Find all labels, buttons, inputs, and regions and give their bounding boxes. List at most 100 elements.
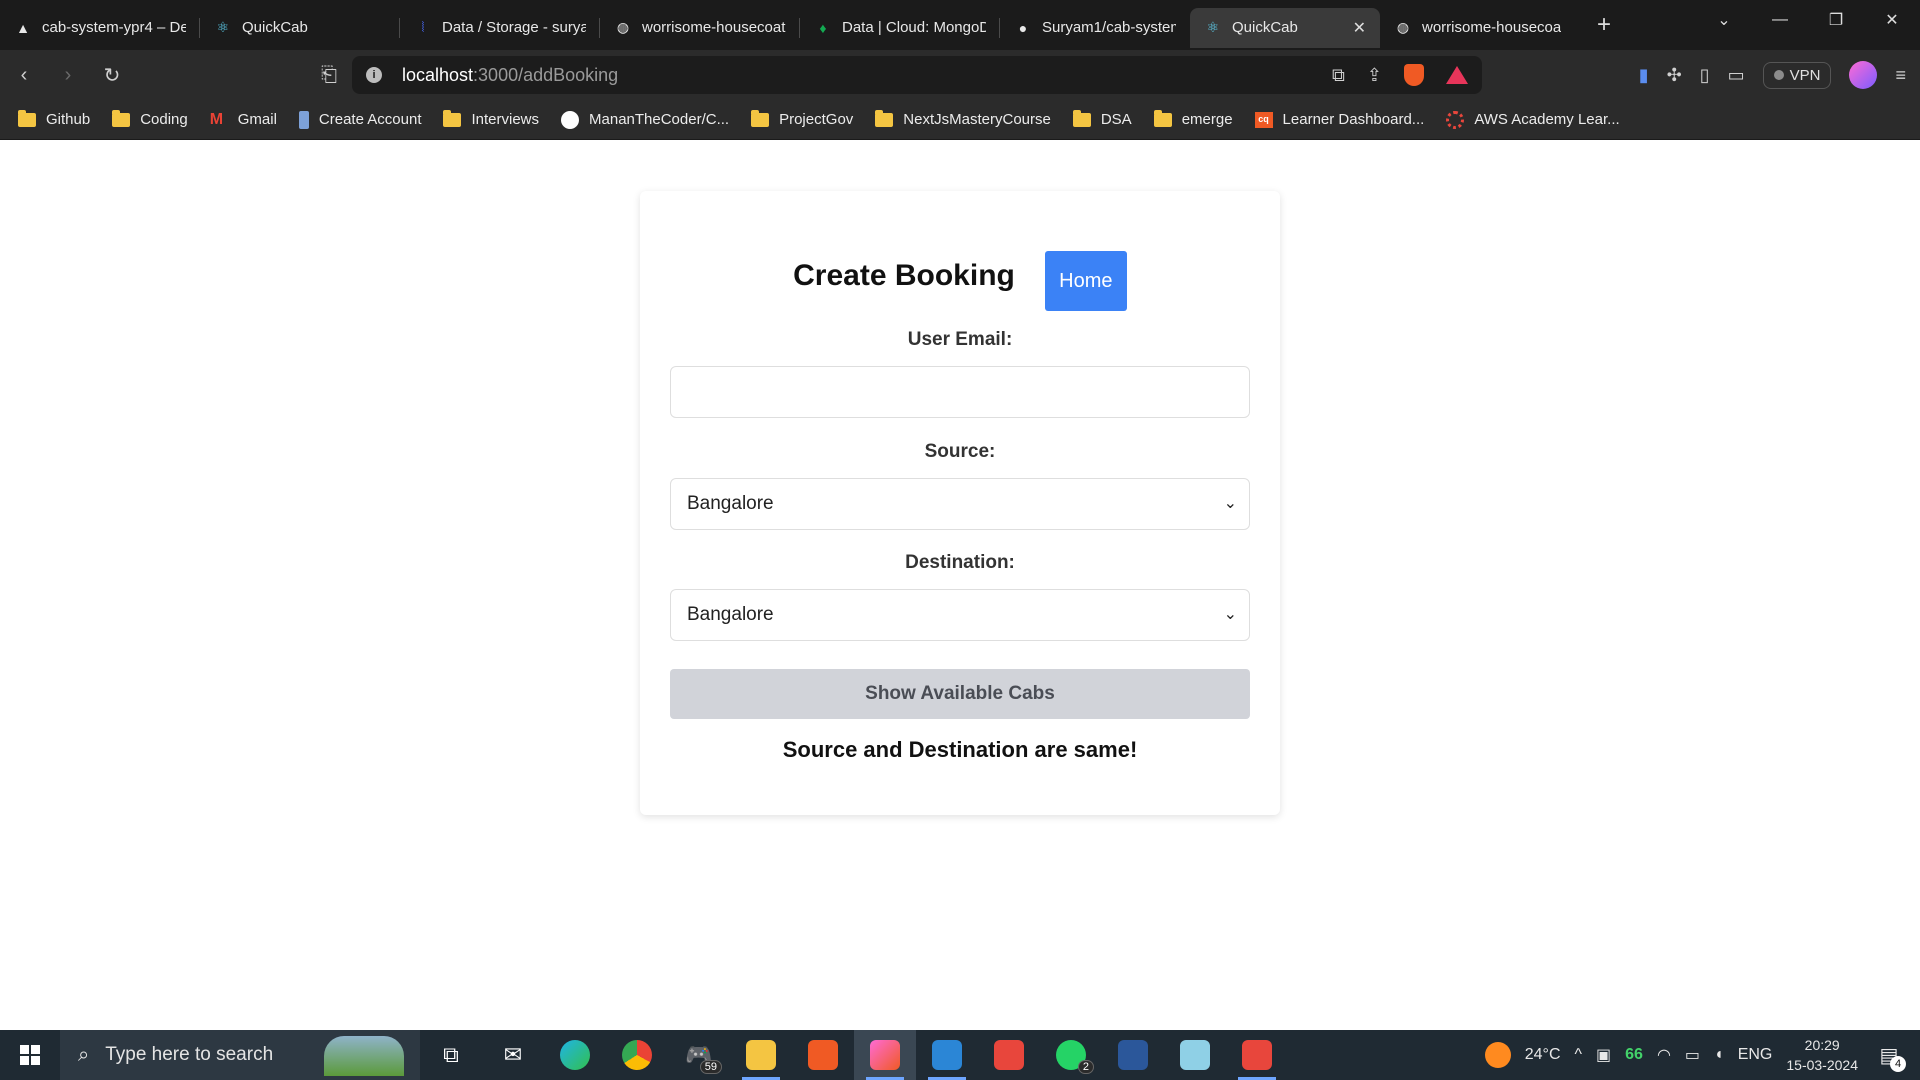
start-button[interactable] bbox=[0, 1030, 60, 1080]
tab-github[interactable]: ● Suryam1/cab-system bbox=[1000, 8, 1190, 48]
source-select[interactable]: Bangalore ⌄ bbox=[670, 478, 1250, 530]
react-icon: ⚛ bbox=[216, 19, 230, 35]
tab-worrisome-housecoat-2[interactable]: ◍ worrisome-housecoat bbox=[1380, 8, 1575, 48]
chevron-down-icon: ⌄ bbox=[1223, 495, 1237, 512]
home-button[interactable]: Home bbox=[1044, 251, 1127, 311]
whatsapp-icon[interactable]: 2 bbox=[1040, 1030, 1102, 1080]
brave-icon[interactable] bbox=[792, 1030, 854, 1080]
tab-quickcab-active[interactable]: ⚛ QuickCab ✕ bbox=[1190, 7, 1380, 48]
profile-avatar[interactable] bbox=[1849, 61, 1878, 89]
reload-icon[interactable]: ↻ bbox=[92, 55, 132, 95]
bookmark-label: Learner Dashboard... bbox=[1282, 111, 1425, 128]
source-selected-value: Bangalore bbox=[687, 493, 774, 514]
bookmark-emerge[interactable]: emerge bbox=[1153, 109, 1233, 128]
device-icon[interactable]: ▣ bbox=[1596, 1045, 1611, 1065]
bookmark-icon[interactable]: ⎗ bbox=[309, 55, 349, 95]
bookmark-projectgov[interactable]: ProjectGov bbox=[751, 109, 854, 128]
edge-icon[interactable] bbox=[544, 1030, 606, 1080]
tab-label: Data / Storage - surya bbox=[442, 19, 586, 36]
github-icon: ● bbox=[1018, 19, 1028, 36]
destination-select[interactable]: Bangalore ⌄ bbox=[670, 589, 1250, 641]
extension-icon[interactable]: ▮ bbox=[1639, 65, 1649, 86]
weather-temp[interactable]: 24°C bbox=[1525, 1046, 1561, 1064]
tab-search-icon[interactable]: ⌄ bbox=[1696, 10, 1752, 30]
folder-icon bbox=[751, 109, 770, 127]
tab-vercel[interactable]: ▲ cab-system-ypr4 – De bbox=[0, 8, 200, 48]
site-info-icon[interactable]: i bbox=[366, 67, 382, 83]
language-indicator[interactable]: ENG bbox=[1738, 1046, 1773, 1064]
task-view-icon[interactable]: ⧉ bbox=[420, 1030, 482, 1080]
mail-icon[interactable]: ✉ bbox=[482, 1030, 544, 1080]
puzzle-icon[interactable]: ✣ bbox=[1667, 65, 1682, 86]
brave-shields-icon[interactable] bbox=[1404, 64, 1424, 86]
brave-dev-icon[interactable] bbox=[978, 1030, 1040, 1080]
taskbar: ⌕ Type here to search ⧉ ✉ 🎮 59 2 24°C ^ ▣… bbox=[0, 1030, 1920, 1080]
github-icon bbox=[561, 110, 580, 129]
cq-icon: cq bbox=[1254, 111, 1273, 128]
minimize-icon[interactable]: — bbox=[1752, 11, 1808, 29]
notifications-icon[interactable]: ▤ 4 bbox=[1872, 1038, 1906, 1072]
close-icon[interactable]: ✕ bbox=[1353, 18, 1366, 38]
sidebar-icon[interactable]: ▯ bbox=[1700, 65, 1710, 86]
bookmark-interviews[interactable]: Interviews bbox=[443, 109, 539, 128]
brave-nightly-icon[interactable] bbox=[1226, 1030, 1288, 1080]
notification-count: 4 bbox=[1890, 1056, 1906, 1072]
tab-label: QuickCab bbox=[242, 19, 308, 36]
share-icon[interactable]: ⇪ bbox=[1367, 65, 1382, 86]
restore-icon[interactable]: ❐ bbox=[1808, 10, 1864, 30]
globe-icon: ◍ bbox=[1396, 19, 1410, 35]
bookmark-gmail[interactable]: M Gmail bbox=[210, 111, 277, 129]
badge: 59 bbox=[699, 1060, 722, 1074]
tab-label: worrisome-housecoat bbox=[642, 19, 786, 36]
tab-data-storage[interactable]: ⦚ Data / Storage - surya bbox=[400, 8, 600, 48]
bookmark-dsa[interactable]: DSA bbox=[1072, 109, 1132, 128]
word-icon[interactable] bbox=[1102, 1030, 1164, 1080]
chevron-up-icon[interactable]: ^ bbox=[1575, 1046, 1583, 1064]
file-explorer-icon[interactable] bbox=[730, 1030, 792, 1080]
bookmark-nextjs[interactable]: NextJsMasteryCourse bbox=[875, 109, 1051, 128]
wifi-icon[interactable]: ◠ bbox=[1657, 1045, 1671, 1065]
install-app-icon[interactable]: ⧉ bbox=[1332, 65, 1345, 86]
bookmark-manan-the-coder[interactable]: MananTheCoder/C... bbox=[561, 110, 729, 129]
window-controls: ⌄ — ❐ ✕ bbox=[1696, 0, 1920, 40]
tab-worrisome-housecoat[interactable]: ◍ worrisome-housecoat bbox=[600, 8, 800, 48]
tab-label: Suryam1/cab-system bbox=[1042, 19, 1176, 36]
brave-beta-icon[interactable] bbox=[854, 1030, 916, 1080]
bookmark-github[interactable]: Github bbox=[18, 109, 90, 128]
volume-icon[interactable]: ◖ bbox=[1714, 1046, 1724, 1064]
battery-icon[interactable]: ▭ bbox=[1685, 1045, 1700, 1065]
search-highlight-image bbox=[324, 1036, 404, 1076]
bookmark-aws-academy[interactable]: AWS Academy Lear... bbox=[1446, 110, 1620, 129]
bookmark-coding[interactable]: Coding bbox=[112, 109, 188, 128]
badge: 2 bbox=[1077, 1060, 1094, 1074]
bookmark-learner-dashboard[interactable]: cq Learner Dashboard... bbox=[1254, 111, 1425, 128]
address-bar[interactable]: i localhost :3000/addBooking ⧉ ⇪ bbox=[352, 56, 1482, 94]
tab-label: worrisome-housecoat bbox=[1422, 19, 1561, 36]
clock[interactable]: 20:29 15-03-2024 bbox=[1786, 1035, 1858, 1075]
mongodb-leaf-icon: ♦ bbox=[819, 19, 827, 36]
show-available-cabs-button[interactable]: Show Available Cabs bbox=[670, 669, 1250, 719]
battery-level[interactable]: 66 bbox=[1625, 1046, 1643, 1064]
booking-card: Create Booking Home User Email: Source: … bbox=[640, 191, 1280, 815]
close-window-icon[interactable]: ✕ bbox=[1864, 10, 1920, 30]
chrome-icon[interactable] bbox=[606, 1030, 668, 1080]
menu-icon[interactable]: ≡ bbox=[1895, 65, 1906, 86]
tab-quickcab[interactable]: ⚛ QuickCab bbox=[200, 8, 400, 48]
tab-label: cab-system-ypr4 – De bbox=[42, 19, 186, 36]
forward-icon[interactable]: › bbox=[48, 55, 88, 95]
vercel-icon: ▲ bbox=[16, 19, 30, 36]
email-field[interactable] bbox=[670, 366, 1250, 418]
game-icon[interactable]: 🎮 59 bbox=[668, 1030, 730, 1080]
vpn-button[interactable]: VPN bbox=[1762, 61, 1832, 89]
brave-rewards-icon[interactable] bbox=[1446, 66, 1468, 84]
bookmark-create-account[interactable]: Create Account bbox=[298, 110, 421, 129]
vscode-icon[interactable] bbox=[916, 1030, 978, 1080]
new-tab-button[interactable]: + bbox=[1589, 11, 1619, 39]
weather-icon[interactable] bbox=[1484, 1042, 1511, 1068]
back-icon[interactable]: ‹ bbox=[4, 55, 44, 95]
bookmark-label: ProjectGov bbox=[779, 111, 854, 128]
taskbar-search[interactable]: ⌕ Type here to search bbox=[60, 1030, 420, 1080]
tab-mongodb[interactable]: ♦ Data | Cloud: MongoDB bbox=[800, 8, 1000, 48]
wallet-icon[interactable]: ▭ bbox=[1728, 65, 1745, 86]
notepad-icon[interactable] bbox=[1164, 1030, 1226, 1080]
